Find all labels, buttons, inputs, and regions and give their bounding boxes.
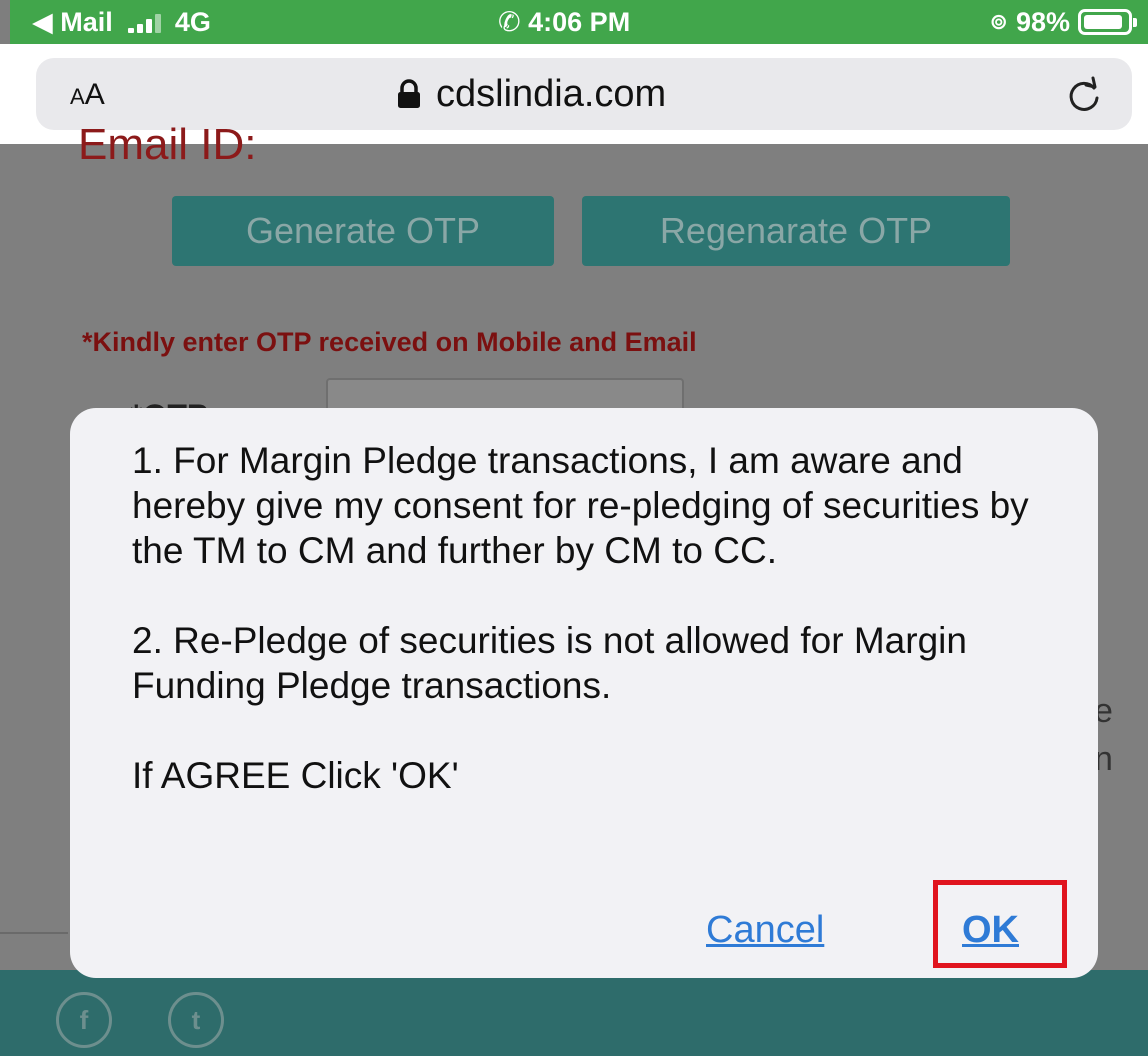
regenerate-otp-button[interactable]: Regenarate OTP (582, 196, 1010, 266)
status-bar: ◀ Mail 4G ✆ 4:06 PM ⊚ 98% (10, 0, 1148, 44)
cancel-button[interactable]: Cancel (706, 908, 824, 952)
url-text: cdslindia.com (436, 73, 667, 115)
battery-label: 98% (1015, 7, 1070, 37)
network-label: 4G (174, 7, 211, 37)
status-center: ✆ 4:06 PM (498, 6, 630, 38)
reload-icon[interactable] (1064, 74, 1104, 114)
dialog-message: 1. For Margin Pledge transactions, I am … (132, 438, 1062, 798)
footer: f t (0, 970, 1148, 1056)
battery-icon (1078, 9, 1137, 35)
ok-highlight-box (933, 880, 1067, 968)
back-app-label: Mail (60, 7, 113, 37)
status-left[interactable]: ◀ Mail 4G (32, 6, 211, 38)
generate-otp-button[interactable]: Generate OTP (172, 196, 554, 266)
otp-note: *Kindly enter OTP received on Mobile and… (82, 327, 697, 357)
dialog-paragraph-1: 1. For Margin Pledge transactions, I am … (132, 440, 1029, 571)
facebook-icon[interactable]: f (56, 992, 112, 1048)
lock-icon (398, 79, 420, 108)
screen: ◀ Mail 4G ✆ 4:06 PM ⊚ 98% AA cdslindia.c… (0, 0, 1148, 1056)
orientation-lock-icon: ⊚ (989, 9, 1008, 34)
dialog-paragraph-2: 2. Re-Pledge of securities is not allowe… (132, 620, 967, 706)
url-display[interactable]: cdslindia.com (396, 72, 666, 116)
status-right: ⊚ 98% (989, 6, 1137, 38)
phone-icon: ✆ (498, 7, 521, 37)
text-size-button[interactable]: AA (70, 78, 105, 114)
email-label: Email ID: (78, 120, 257, 169)
signal-icon (128, 13, 162, 33)
time-label: 4:06 PM (528, 7, 631, 37)
dialog-paragraph-3: If AGREE Click 'OK' (132, 755, 459, 796)
twitter-icon[interactable]: t (168, 992, 224, 1048)
back-arrow-icon: ◀ (32, 7, 53, 37)
divider (0, 932, 68, 934)
